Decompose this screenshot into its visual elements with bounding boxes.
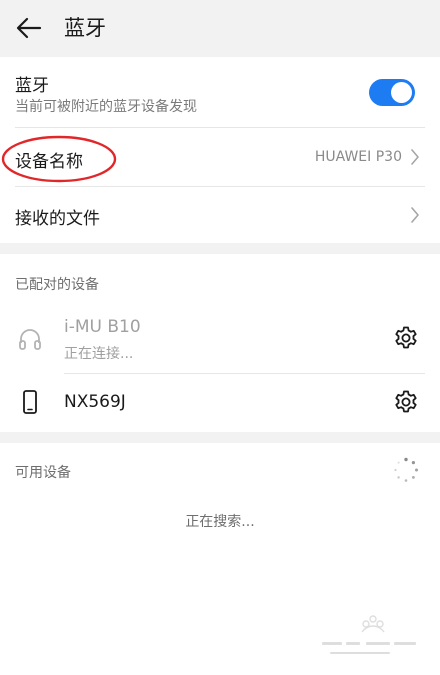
gear-icon[interactable]: [393, 389, 419, 415]
red-ellipse-annotation: [1, 135, 117, 183]
paired-section-label: 已配对的设备: [15, 277, 99, 293]
bluetooth-switch[interactable]: [369, 79, 415, 106]
available-section-label: 可用设备: [15, 465, 71, 481]
arrow-left-icon[interactable]: [15, 14, 43, 42]
phone-icon: [23, 390, 37, 414]
device-name: i-MU B10: [64, 317, 141, 337]
received-files-row[interactable]: 接收的文件: [0, 187, 440, 243]
paired-device-row[interactable]: NX569J: [0, 374, 440, 432]
paired-device-row[interactable]: i-MU B10 正在连接...: [0, 306, 440, 373]
baidu-watermark-logo: [322, 615, 416, 654]
searching-status: 正在搜索...: [185, 514, 255, 530]
chevron-right-icon: [411, 207, 419, 223]
section-gap: [0, 432, 440, 443]
title-bar: 蓝牙: [0, 0, 440, 57]
device-name-value: HUAWEI P30: [314, 149, 402, 165]
section-gap: [0, 243, 440, 254]
gear-icon[interactable]: [393, 325, 419, 351]
loading-spinner-icon: [394, 457, 418, 482]
bluetooth-sublabel: 当前可被附近的蓝牙设备发现: [15, 99, 197, 115]
switch-knob: [391, 82, 412, 103]
page-title: 蓝牙: [64, 16, 106, 40]
headphones-icon: [19, 329, 41, 350]
device-status: 正在连接...: [64, 346, 134, 362]
device-name: NX569J: [64, 392, 126, 412]
chevron-right-icon: [411, 149, 419, 165]
received-files-label: 接收的文件: [15, 209, 100, 229]
bluetooth-label: 蓝牙: [15, 76, 49, 96]
